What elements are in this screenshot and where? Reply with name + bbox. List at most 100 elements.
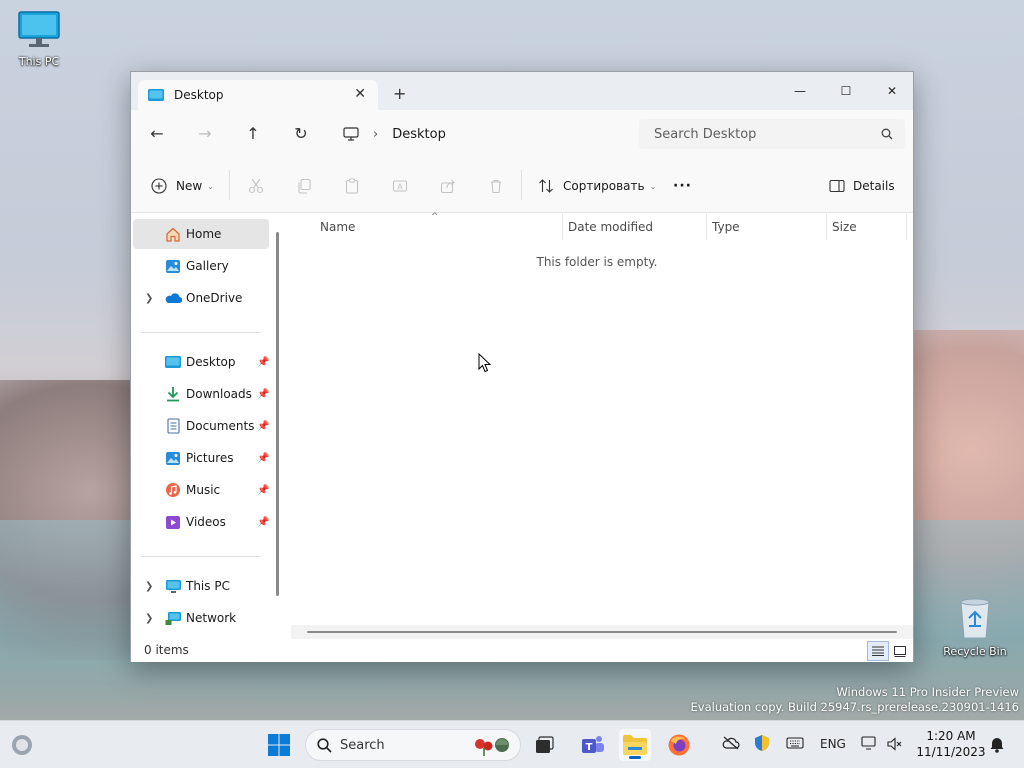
sidebar-divider xyxy=(141,556,261,557)
sidebar-item-label: Desktop xyxy=(186,355,236,369)
paste-button[interactable] xyxy=(344,173,360,199)
sidebar-item-network[interactable]: ❯ Network xyxy=(133,603,269,633)
firefox-button[interactable] xyxy=(663,729,695,761)
sidebar-item-label: Pictures xyxy=(186,451,234,465)
column-divider xyxy=(826,214,827,240)
security-shield-icon[interactable] xyxy=(754,734,770,755)
widgets-button[interactable] xyxy=(6,729,38,761)
pin-icon: 📌 xyxy=(257,484,270,496)
delete-button[interactable] xyxy=(488,173,504,199)
sidebar-item-label: Network xyxy=(186,611,237,625)
sort-button[interactable]: Сортировать ⌄ xyxy=(538,173,656,199)
minimize-button[interactable]: — xyxy=(777,77,823,105)
new-label: New xyxy=(176,179,203,193)
share-button[interactable] xyxy=(440,173,456,199)
sidebar-item-desktop[interactable]: Desktop 📌 xyxy=(133,347,269,377)
column-header-date-modified[interactable]: Date modified xyxy=(568,220,653,234)
copy-button[interactable] xyxy=(296,173,312,199)
sidebar-item-home[interactable]: Home xyxy=(133,219,269,249)
sidebar-item-label: Videos xyxy=(186,515,226,529)
address-bar[interactable]: › Desktop xyxy=(335,118,635,150)
monitor-icon xyxy=(18,11,60,47)
sidebar-item-videos[interactable]: Videos 📌 xyxy=(133,507,269,537)
close-button[interactable]: ✕ xyxy=(869,77,915,105)
volume-muted-icon[interactable] xyxy=(887,737,903,754)
column-divider xyxy=(562,214,563,240)
desktop-icon-label: Recycle Bin xyxy=(943,645,1007,658)
desktop-icon-this-pc[interactable]: This PC xyxy=(1,10,77,68)
start-button[interactable] xyxy=(263,729,295,761)
videos-icon xyxy=(164,514,182,530)
file-explorer-taskbar-button[interactable] xyxy=(619,729,651,761)
details-label: Details xyxy=(853,179,895,193)
watermark-line-2: Evaluation copy. Build 25947.rs_prerelea… xyxy=(690,700,1019,714)
downloads-icon xyxy=(164,386,182,402)
rename-button[interactable]: A xyxy=(392,173,408,199)
sidebar-item-pictures[interactable]: Pictures 📌 xyxy=(133,443,269,473)
more-options-button[interactable]: ··· xyxy=(673,173,692,199)
details-view-button[interactable] xyxy=(867,641,889,661)
back-button[interactable]: ← xyxy=(145,123,169,145)
breadcrumb-desktop[interactable]: Desktop xyxy=(392,127,446,142)
tab-desktop[interactable]: Desktop ✕ xyxy=(138,80,378,110)
sidebar-item-documents[interactable]: Documents 📌 xyxy=(133,411,269,441)
sort-label: Сортировать xyxy=(563,179,645,193)
sort-icon xyxy=(539,179,553,193)
teams-icon: T xyxy=(582,736,604,753)
taskbar-search-label: Search xyxy=(340,737,385,753)
column-divider xyxy=(906,214,907,240)
pin-icon: 📌 xyxy=(257,388,270,400)
toolbar-divider xyxy=(521,170,522,200)
copy-icon xyxy=(298,178,311,194)
sidebar-item-label: Gallery xyxy=(186,259,229,273)
chevron-right-icon[interactable]: ❯ xyxy=(145,581,153,592)
chevron-down-icon: ⌄ xyxy=(649,181,657,191)
forward-button[interactable]: → xyxy=(193,123,217,145)
cloud-off-icon[interactable] xyxy=(722,736,740,753)
maximize-button[interactable]: ☐ xyxy=(823,77,869,105)
music-icon xyxy=(164,482,182,498)
pin-icon: 📌 xyxy=(257,516,270,528)
chevron-right-icon[interactable]: ❯ xyxy=(145,293,153,304)
up-button[interactable]: ↑ xyxy=(241,123,265,145)
this-pc-icon xyxy=(164,578,182,594)
new-tab-button[interactable]: + xyxy=(393,84,406,103)
column-header-name[interactable]: Name xyxy=(320,220,355,234)
close-tab-icon[interactable]: ✕ xyxy=(354,86,366,102)
sidebar-scrollbar[interactable] xyxy=(276,232,279,596)
sidebar-item-onedrive[interactable]: ❯ OneDrive xyxy=(133,283,269,313)
input-language-indicator[interactable]: ENG xyxy=(820,737,846,751)
breadcrumb-separator: › xyxy=(373,126,379,142)
svg-text:T: T xyxy=(586,742,593,753)
chevron-right-icon[interactable]: ❯ xyxy=(145,613,153,624)
cut-button[interactable] xyxy=(248,173,264,199)
network-status-icon[interactable] xyxy=(861,736,879,755)
desktop-icon-recycle-bin[interactable]: Recycle Bin xyxy=(937,596,1013,658)
plus-circle-icon xyxy=(151,178,167,194)
column-header-size[interactable]: Size xyxy=(832,220,857,234)
column-divider xyxy=(706,214,707,240)
system-clock[interactable]: 1:20 AM 11/11/2023 xyxy=(916,728,986,760)
task-view-icon xyxy=(536,736,554,753)
teams-button[interactable]: T xyxy=(577,729,609,761)
horizontal-scrollbar[interactable] xyxy=(307,631,897,633)
sidebar-item-gallery[interactable]: Gallery xyxy=(133,251,269,281)
taskbar-search[interactable]: Search xyxy=(305,729,521,761)
tiles-view-icon xyxy=(894,645,906,657)
new-button[interactable]: New ⌄ xyxy=(151,173,214,199)
column-header-type[interactable]: Type xyxy=(712,220,740,234)
task-view-button[interactable] xyxy=(529,729,561,761)
empty-folder-message: This folder is empty. xyxy=(536,255,658,269)
large-icons-view-button[interactable] xyxy=(889,641,911,661)
keyboard-icon[interactable] xyxy=(786,737,804,752)
pin-icon: 📌 xyxy=(257,420,270,432)
sidebar-item-downloads[interactable]: Downloads 📌 xyxy=(133,379,269,409)
watermark-line-1: Windows 11 Pro Insider Preview xyxy=(836,685,1019,699)
notification-bell-icon[interactable] xyxy=(989,735,1005,756)
details-button[interactable]: Details xyxy=(829,173,895,199)
sidebar-item-music[interactable]: Music 📌 xyxy=(133,475,269,505)
pin-icon: 📌 xyxy=(257,356,270,368)
sidebar-item-this-pc[interactable]: ❯ This PC xyxy=(133,571,269,601)
refresh-button[interactable]: ↻ xyxy=(289,123,313,145)
search-input[interactable]: Search Desktop xyxy=(639,119,905,149)
